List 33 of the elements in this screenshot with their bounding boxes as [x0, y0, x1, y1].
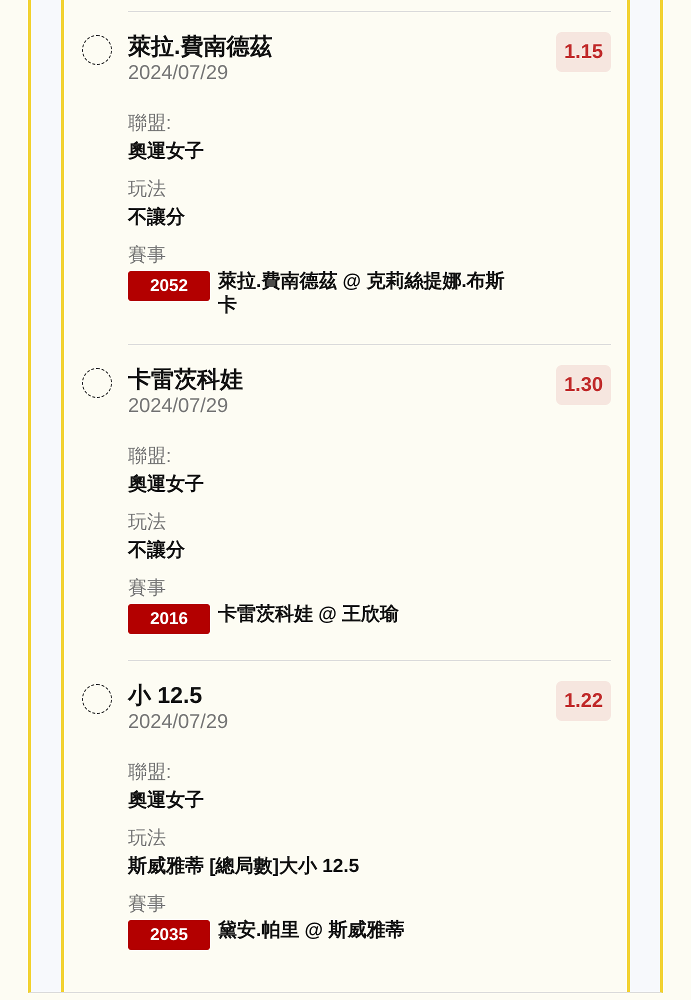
selection-name: 卡雷茨科娃 — [128, 365, 243, 393]
event-code-badge: 2016 — [128, 604, 210, 634]
event-matchup: 卡雷茨科娃 @ 王欣瑜 — [218, 603, 400, 627]
event-code-badge: 2052 — [128, 271, 210, 301]
selection-name: 萊拉.費南德茲 — [128, 32, 272, 60]
radio-button[interactable] — [82, 35, 112, 65]
field-label: 賽事 — [128, 577, 167, 601]
field-value: 奧運女子 — [128, 789, 205, 813]
radio-button[interactable] — [82, 684, 112, 714]
field-label: 玩法 — [128, 827, 167, 851]
field-value: 斯威雅蒂 [總局數]大小 12.5 — [128, 854, 360, 879]
odds-badge: 1.15 — [556, 32, 611, 72]
field-label: 玩法 — [128, 178, 167, 202]
bet-date: 2024/07/29 — [128, 394, 230, 419]
field-value: 奧運女子 — [128, 473, 205, 497]
field-label: 聯盟: — [128, 445, 172, 469]
field-label: 玩法 — [128, 511, 167, 535]
field-label: 聯盟: — [128, 112, 172, 136]
field-value: 不讓分 — [128, 538, 186, 563]
field-value: 不讓分 — [128, 206, 186, 230]
field-label: 聯盟: — [128, 761, 172, 785]
radio-button[interactable] — [82, 368, 112, 398]
odds-badge: 1.22 — [556, 681, 611, 721]
event-code-badge: 2035 — [128, 920, 210, 950]
selection-name: 小 12.5 — [128, 681, 204, 709]
odds-badge: 1.30 — [556, 365, 611, 405]
event-matchup: 萊拉.費南德茲 @ 克莉絲提娜.布斯卡 — [218, 270, 506, 318]
field-label: 賽事 — [128, 244, 167, 268]
field-label: 賽事 — [128, 893, 167, 917]
bet-date: 2024/07/29 — [128, 710, 228, 735]
bet-date: 2024/07/29 — [128, 61, 230, 86]
field-value: 奧運女子 — [128, 140, 205, 164]
event-matchup: 黛安.帕里 @ 斯威雅蒂 — [218, 919, 404, 943]
